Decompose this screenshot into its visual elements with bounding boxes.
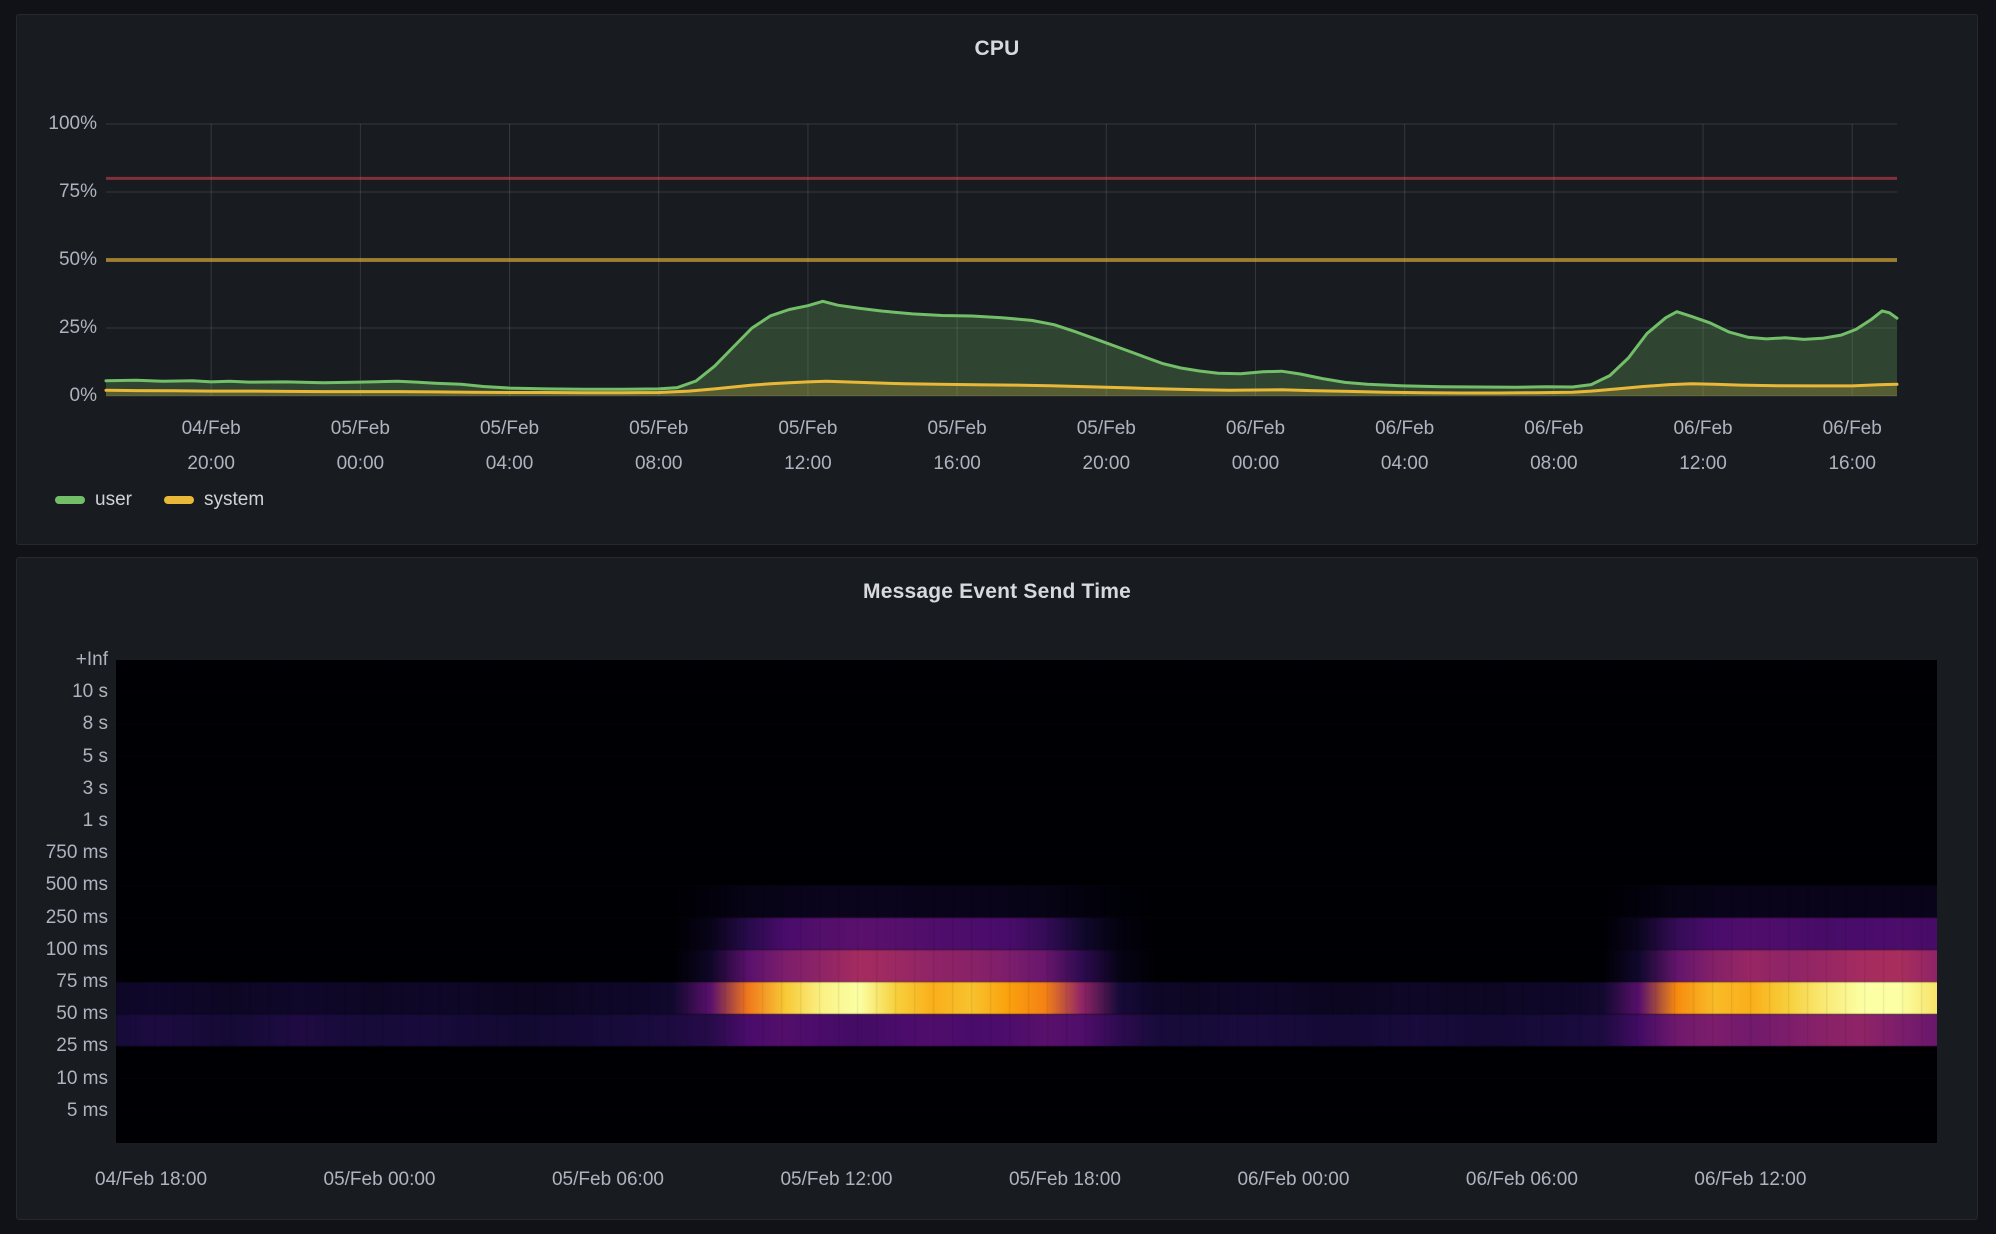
heatmap-y-tick-label: 50 ms [20,1003,108,1025]
cpu-x-tick-label: 06/Feb04:00 [1335,411,1475,481]
cpu-panel-title[interactable]: CPU [17,37,1977,61]
heatmap-y-tick-label: 1 s [20,810,108,832]
cpu-y-tick-label: 75% [17,181,97,203]
cpu-x-tick-label: 05/Feb04:00 [440,411,580,481]
heatmap-x-tick-label: 05/Feb 18:00 [985,1169,1145,1191]
heatmap-y-tick-label: 8 s [20,713,108,735]
heatmap-y-tick-label: 750 ms [20,842,108,864]
heatmap-x-tick-label: 05/Feb 06:00 [528,1169,688,1191]
heatmap-y-tick-label: 25 ms [20,1035,108,1057]
legend-swatch-system [164,496,194,504]
cpu-legend: user system [55,489,264,511]
cpu-x-tick-label: 05/Feb12:00 [738,411,878,481]
cpu-x-tick-label: 05/Feb16:00 [887,411,1027,481]
heatmap-y-tick-label: 250 ms [20,907,108,929]
heatmap-y-tick-label: 5 s [20,746,108,768]
heatmap-y-tick-label: 10 ms [20,1068,108,1090]
heatmap-x-tick-label: 06/Feb 06:00 [1442,1169,1602,1191]
heatmap-y-tick-label: 75 ms [20,971,108,993]
heatmap-x-tick-label: 05/Feb 12:00 [756,1169,916,1191]
heatmap-y-tick-label: 5 ms [20,1100,108,1122]
cpu-x-tick-label: 05/Feb00:00 [290,411,430,481]
heatmap-y-tick-label: 3 s [20,778,108,800]
cpu-x-tick-label: 04/Feb20:00 [141,411,281,481]
heatmap-x-tick-label: 04/Feb 18:00 [71,1169,231,1191]
legend-label-system: system [204,489,264,511]
heatmap-x-tick-label: 06/Feb 00:00 [1213,1169,1373,1191]
cpu-x-tick-label: 06/Feb12:00 [1633,411,1773,481]
cpu-x-tick-label: 06/Feb16:00 [1782,411,1922,481]
heatmap-canvas[interactable] [116,660,1937,1143]
cpu-x-tick-label: 05/Feb08:00 [589,411,729,481]
heatmap-y-tick-label: 100 ms [20,939,108,961]
cpu-x-tick-label: 06/Feb08:00 [1484,411,1624,481]
cpu-y-tick-label: 25% [17,317,97,339]
legend-item-system[interactable]: system [164,489,264,511]
cpu-y-tick-label: 50% [17,249,97,271]
heatmap-y-tick-label: +Inf [20,649,108,671]
legend-swatch-user [55,496,85,504]
heatmap-y-tick-label: 10 s [20,681,108,703]
legend-item-user[interactable]: user [55,489,132,511]
heatmap-panel-title[interactable]: Message Event Send Time [17,580,1977,604]
heatmap-y-tick-label: 500 ms [20,874,108,896]
heatmap-panel: Message Event Send Time +Inf 10 s 8 s 5 s 3 … [16,557,1978,1220]
heatmap-x-tick-label: 06/Feb 12:00 [1670,1169,1830,1191]
heatmap-x-tick-label: 05/Feb 00:00 [300,1169,460,1191]
cpu-chart-plot-area[interactable] [106,110,1897,410]
heatmap-plot-area[interactable] [116,660,1937,1143]
cpu-y-tick-label: 100% [17,113,97,135]
cpu-y-tick-label: 0% [17,385,97,407]
cpu-panel: CPU 0% 25% 50% 75% 100% 04/Feb20:0005/Feb00:… [16,14,1978,545]
legend-label-user: user [95,489,132,511]
cpu-x-tick-label: 06/Feb00:00 [1185,411,1325,481]
cpu-x-tick-label: 05/Feb20:00 [1036,411,1176,481]
